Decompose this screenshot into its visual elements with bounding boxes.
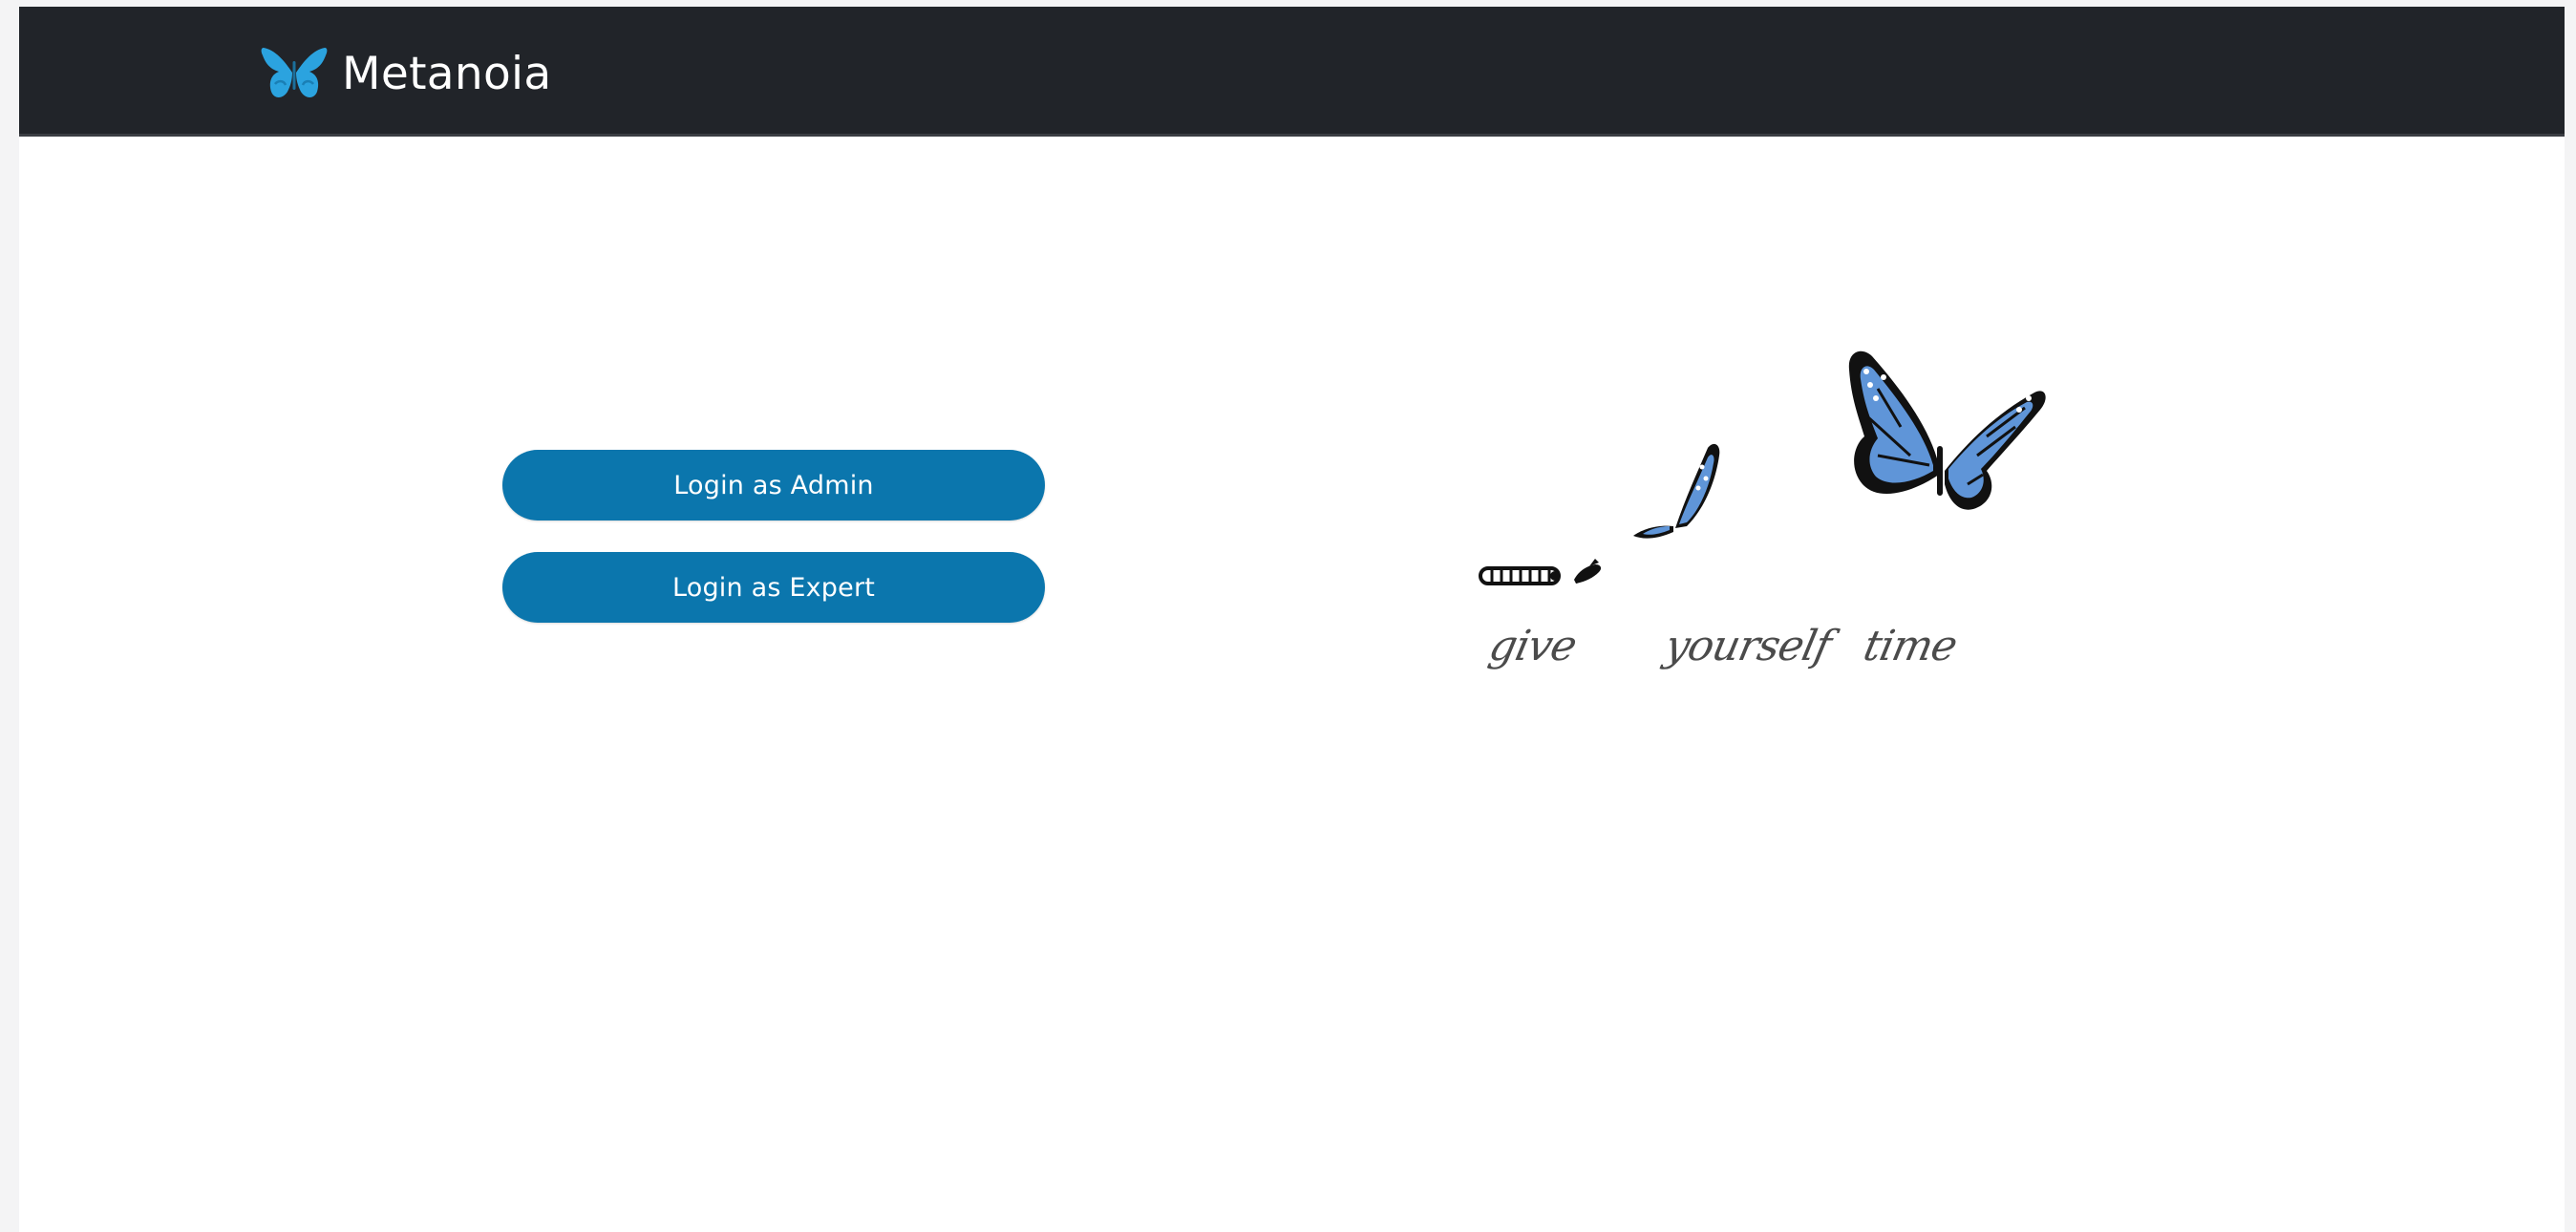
caption-word: give xyxy=(1484,622,1581,670)
cocoon-icon xyxy=(1574,559,1602,584)
brand-link[interactable]: Metanoia xyxy=(260,39,552,106)
login-as-expert-button[interactable]: Login as Expert xyxy=(502,552,1045,623)
large-butterfly-icon xyxy=(1848,350,2046,510)
brand-name: Metanoia xyxy=(342,47,552,100)
top-navbar: Metanoia xyxy=(19,7,2565,137)
caption-word: time xyxy=(1859,622,1962,670)
caterpillar-icon xyxy=(1479,566,1561,585)
small-butterfly-icon xyxy=(1633,443,1720,539)
butterfly-icon xyxy=(260,42,329,103)
login-as-admin-button[interactable]: Login as Admin xyxy=(502,450,1045,520)
hero-illustration: give yourself time xyxy=(1452,322,2063,723)
page-frame: Metanoia Login as Admin Login as Expert xyxy=(19,7,2565,1232)
caption-word: yourself xyxy=(1660,622,1836,670)
